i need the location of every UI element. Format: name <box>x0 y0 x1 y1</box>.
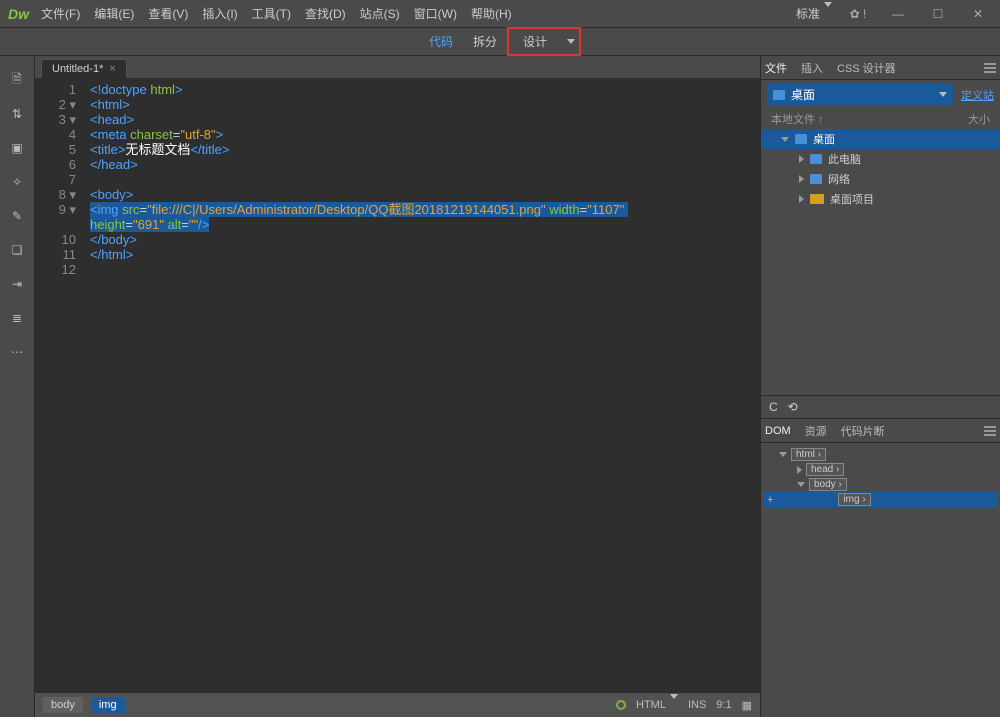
tree-row[interactable]: 桌面项目 <box>761 189 1000 209</box>
define-site-link[interactable]: 定义站 <box>961 87 994 103</box>
file-tree[interactable]: 桌面 此电脑 网络 桌面项目 <box>761 129 1000 395</box>
monitor-icon <box>795 134 807 144</box>
code-editor[interactable]: 12 ▾3 ▾45678 ▾9 ▾ 101112 <!doctype html>… <box>35 78 760 692</box>
workspace-selector[interactable]: 标准 <box>796 5 832 22</box>
menu-item[interactable]: 插入(I) <box>202 5 237 22</box>
file-tab[interactable]: Untitled-1* × <box>41 59 127 78</box>
dom-row[interactable]: html › <box>763 447 998 462</box>
refresh-icon[interactable]: C <box>769 400 778 414</box>
file-icon[interactable]: 🗎 <box>8 71 26 89</box>
dom-row[interactable]: + img › <box>763 492 998 507</box>
menubar: 文件(F) 编辑(E) 查看(V) 插入(I) 工具(T) 查找(D) 站点(S) 窗口(W)… <box>41 5 796 22</box>
left-rail: 🗎 ⇅ ▣ ✧ ✎ ❏ ⇥ ≣ ⋯ <box>0 56 35 717</box>
view-mode-bar: 代码 拆分 设计 <box>0 28 1000 56</box>
size-column-label: 大小 <box>968 111 990 127</box>
dom-panel-tabs: DOM 资源 代码片断 <box>761 419 1000 443</box>
image-icon[interactable]: ▣ <box>8 139 26 157</box>
eyedropper-icon[interactable]: ✎ <box>8 207 26 225</box>
line-gutter: 12 ▾3 ▾45678 ▾9 ▾ 101112 <box>35 78 80 692</box>
right-panels: 文件 插入 CSS 设计器 桌面 定义站 本地文件 ↑ 大小 桌面 此电脑 网络… <box>760 56 1000 717</box>
tab-files[interactable]: 文件 <box>765 60 787 76</box>
menu-item[interactable]: 工具(T) <box>252 5 291 22</box>
code-area[interactable]: <!doctype html><html><head><meta charset… <box>80 78 760 692</box>
menu-item[interactable]: 查找(D) <box>305 5 346 22</box>
breadcrumb-img[interactable]: img <box>91 697 125 713</box>
sync-settings-icon[interactable]: ✿ ! <box>844 4 872 24</box>
menu-item[interactable]: 帮助(H) <box>471 5 512 22</box>
tree-row[interactable]: 此电脑 <box>761 149 1000 169</box>
site-dropdown-row: 桌面 定义站 <box>761 80 1000 109</box>
files-panel-tabs: 文件 插入 CSS 设计器 <box>761 56 1000 80</box>
list-icon[interactable]: ≣ <box>8 309 26 327</box>
close-icon[interactable]: × <box>109 63 115 75</box>
chevron-down-icon <box>939 92 947 97</box>
tree-row[interactable]: 网络 <box>761 169 1000 189</box>
doctype-selector[interactable]: HTML <box>636 699 678 711</box>
indent-icon[interactable]: ⇥ <box>8 275 26 293</box>
chevron-down-icon <box>824 2 832 21</box>
app-logo: Dw <box>8 6 29 22</box>
chevron-down-icon[interactable] <box>567 39 575 44</box>
link-icon[interactable]: ⟲ <box>788 400 798 414</box>
site-dropdown[interactable]: 桌面 <box>767 84 953 105</box>
overview-icon[interactable]: ▦ <box>742 699 752 712</box>
dom-row[interactable]: body › <box>763 477 998 492</box>
minimize-button[interactable]: — <box>884 4 912 24</box>
files-header-row: 本地文件 ↑ 大小 <box>761 109 1000 129</box>
title-right: 标准 ✿ ! — ☐ ✕ <box>796 4 992 24</box>
files-toolbar: C ⟲ <box>761 395 1000 419</box>
view-tab-split[interactable]: 拆分 <box>463 29 507 54</box>
tab-assets[interactable]: 资源 <box>805 423 827 439</box>
close-button[interactable]: ✕ <box>964 4 992 24</box>
dom-row[interactable]: head › <box>763 462 998 477</box>
tree-row[interactable]: 桌面 <box>761 129 1000 149</box>
monitor-icon <box>773 90 785 100</box>
file-tabs: Untitled-1* × <box>35 56 760 78</box>
wand-icon[interactable]: ✧ <box>8 173 26 191</box>
titlebar: Dw 文件(F) 编辑(E) 查看(V) 插入(I) 工具(T) 查找(D) 站点(S) 窗口… <box>0 0 1000 28</box>
folder-icon <box>810 194 824 204</box>
main-row: 🗎 ⇅ ▣ ✧ ✎ ❏ ⇥ ≣ ⋯ Untitled-1* × 12 ▾3 ▾4… <box>0 56 1000 717</box>
breadcrumb-body[interactable]: body <box>43 697 83 713</box>
center-column: Untitled-1* × 12 ▾3 ▾45678 ▾9 ▾ 101112 <… <box>35 56 760 717</box>
dom-tree[interactable]: html › head › body ›+ img › <box>761 443 1000 717</box>
menu-item[interactable]: 查看(V) <box>148 5 188 22</box>
cursor-position: 9:1 <box>716 699 731 711</box>
chevron-down-icon <box>670 694 678 711</box>
menu-item[interactable]: 文件(F) <box>41 5 80 22</box>
menu-item[interactable]: 编辑(E) <box>94 5 134 22</box>
monitor-icon <box>810 174 822 184</box>
view-tab-code[interactable]: 代码 <box>419 29 463 54</box>
design-highlight: 设计 <box>507 27 581 56</box>
local-files-label[interactable]: 本地文件 ↑ <box>771 111 824 127</box>
panel-menu-icon[interactable] <box>984 61 996 75</box>
status-ok-icon <box>616 700 626 710</box>
view-tab-design[interactable]: 设计 <box>513 29 557 54</box>
plus-icon[interactable]: + <box>767 494 773 506</box>
insert-mode[interactable]: INS <box>688 699 706 711</box>
menu-item[interactable]: 站点(S) <box>360 5 400 22</box>
tab-snippets[interactable]: 代码片断 <box>841 423 885 439</box>
manage-icon[interactable]: ⇅ <box>8 105 26 123</box>
tab-insert[interactable]: 插入 <box>801 60 823 76</box>
tab-css-designer[interactable]: CSS 设计器 <box>837 60 896 76</box>
statusbar: body img HTML INS 9:1 ▦ <box>35 692 760 717</box>
comment-icon[interactable]: ❏ <box>8 241 26 259</box>
menu-item[interactable]: 窗口(W) <box>414 5 457 22</box>
tab-dom[interactable]: DOM <box>765 425 791 437</box>
monitor-icon <box>810 154 822 164</box>
panel-menu-icon[interactable] <box>984 424 996 438</box>
maximize-button[interactable]: ☐ <box>924 4 952 24</box>
more-icon[interactable]: ⋯ <box>8 343 26 361</box>
file-tab-label: Untitled-1* <box>52 63 103 75</box>
